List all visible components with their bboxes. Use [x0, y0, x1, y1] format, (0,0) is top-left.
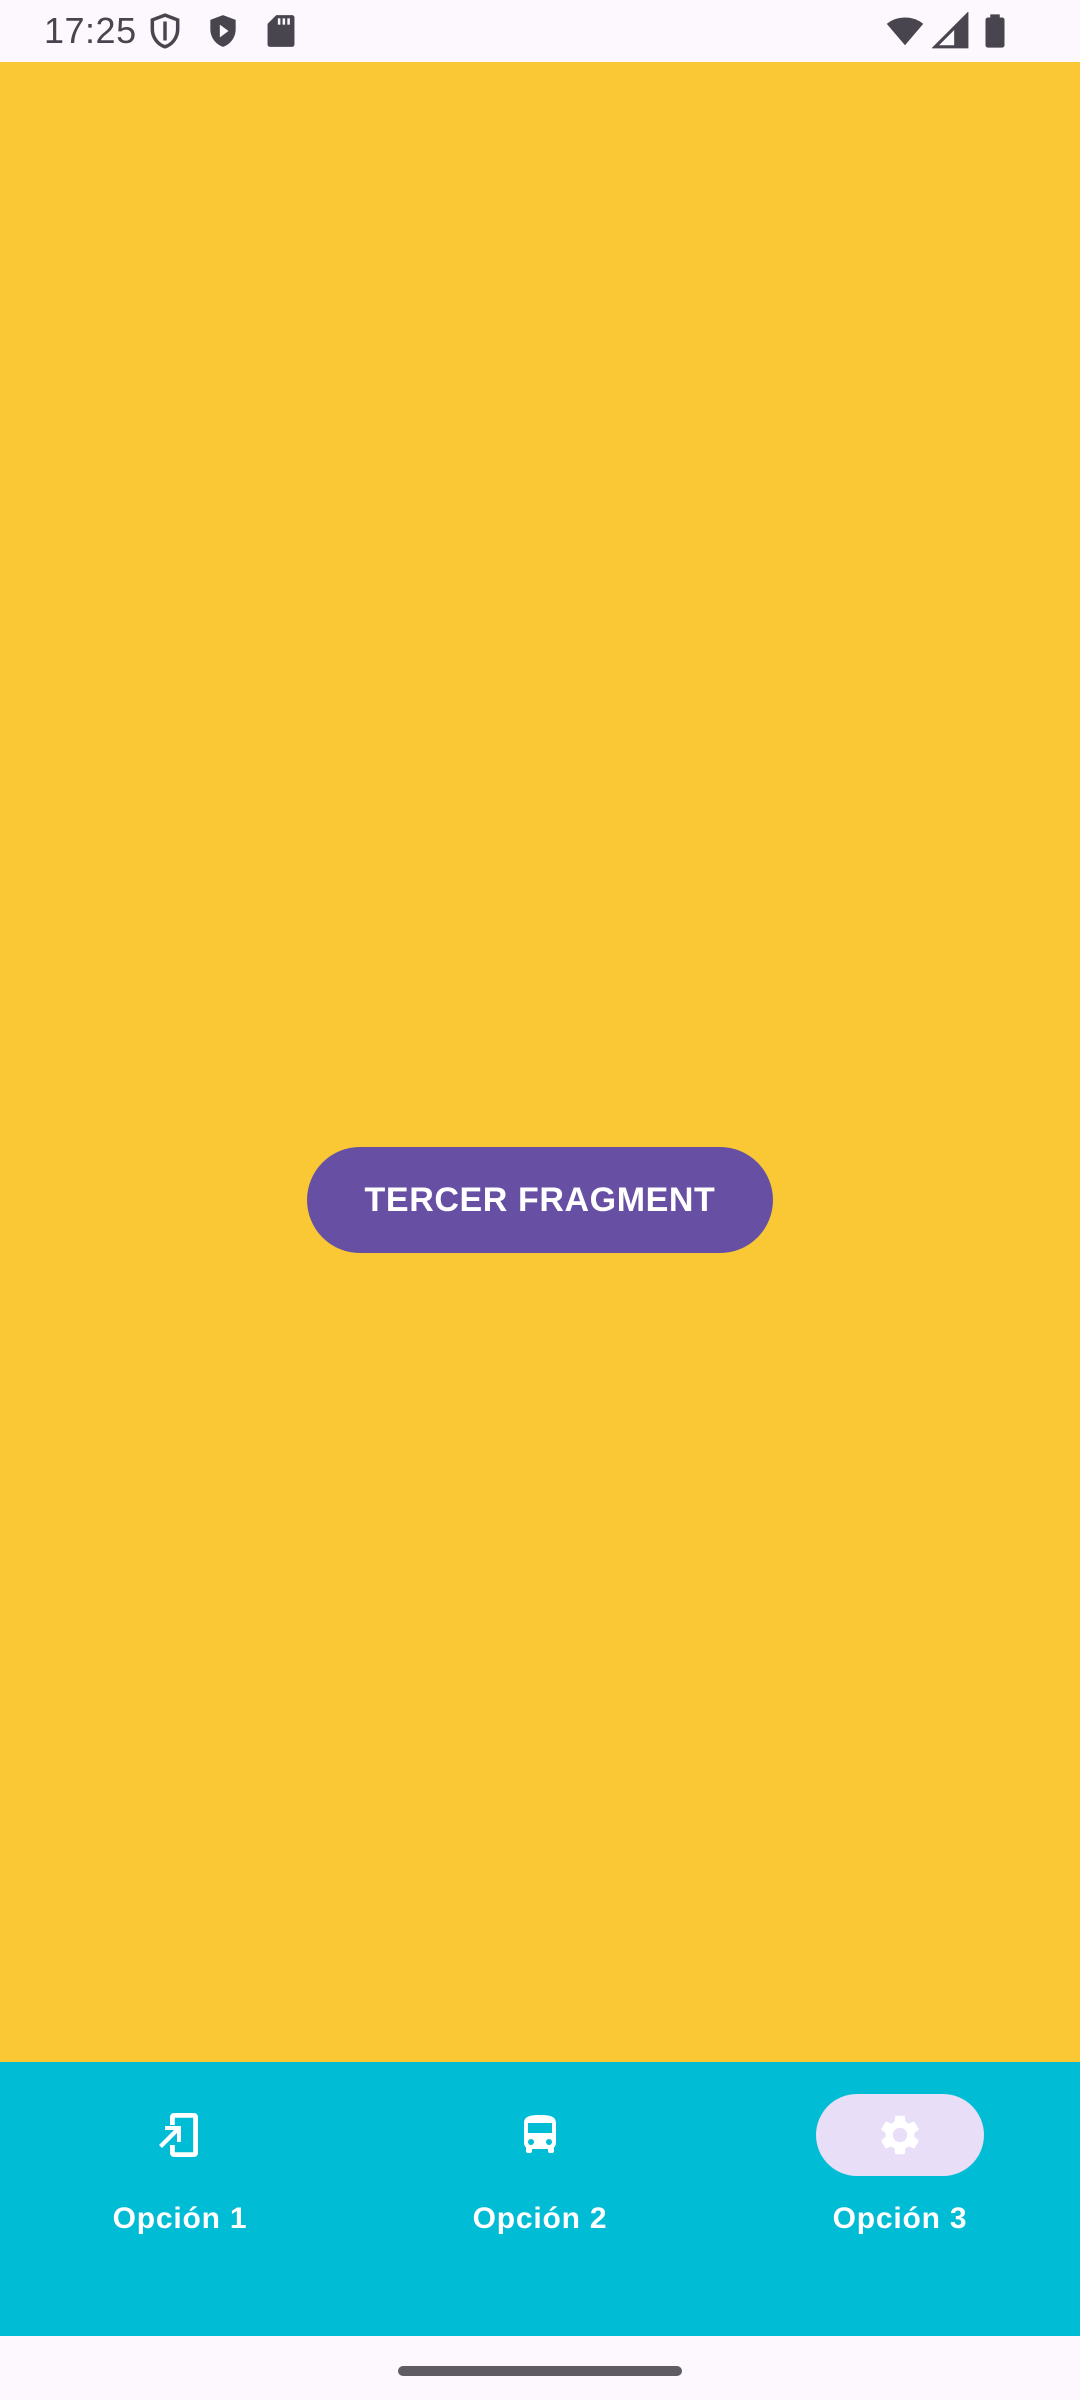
gear-icon [881, 2115, 919, 2155]
shield-outline-icon [150, 13, 180, 49]
phone-forward-icon [159, 2113, 198, 2157]
nav-label: Opción 3 [832, 2202, 968, 2235]
play-shield-icon [210, 15, 236, 47]
nav-item-opcion-1[interactable]: Opción 1 [0, 2062, 360, 2336]
nav-label: Opción 1 [112, 2202, 248, 2235]
nav-item-opcion-2[interactable]: Opción 2 [360, 2062, 720, 2336]
sd-card-icon [267, 15, 295, 47]
cell-signal-icon [932, 12, 969, 49]
tercer-fragment-button[interactable]: TERCER FRAGMENT [307, 1147, 773, 1253]
bus-icon [524, 2115, 556, 2153]
fragment-content: TERCER FRAGMENT [0, 62, 1080, 2062]
status-time: 17:25 [44, 10, 137, 51]
nav-label: Opción 2 [472, 2202, 608, 2235]
battery-icon [985, 14, 1005, 48]
bottom-navigation: Opción 1 Opción 2 Opción 3 [0, 2062, 1080, 2336]
nav-item-opcion-3[interactable]: Opción 3 [720, 2062, 1080, 2336]
wifi-icon [886, 17, 924, 46]
status-bar: 17:25 [0, 0, 1080, 62]
gesture-navigation-area [0, 2336, 1080, 2400]
home-gesture-handle[interactable] [398, 2366, 682, 2376]
